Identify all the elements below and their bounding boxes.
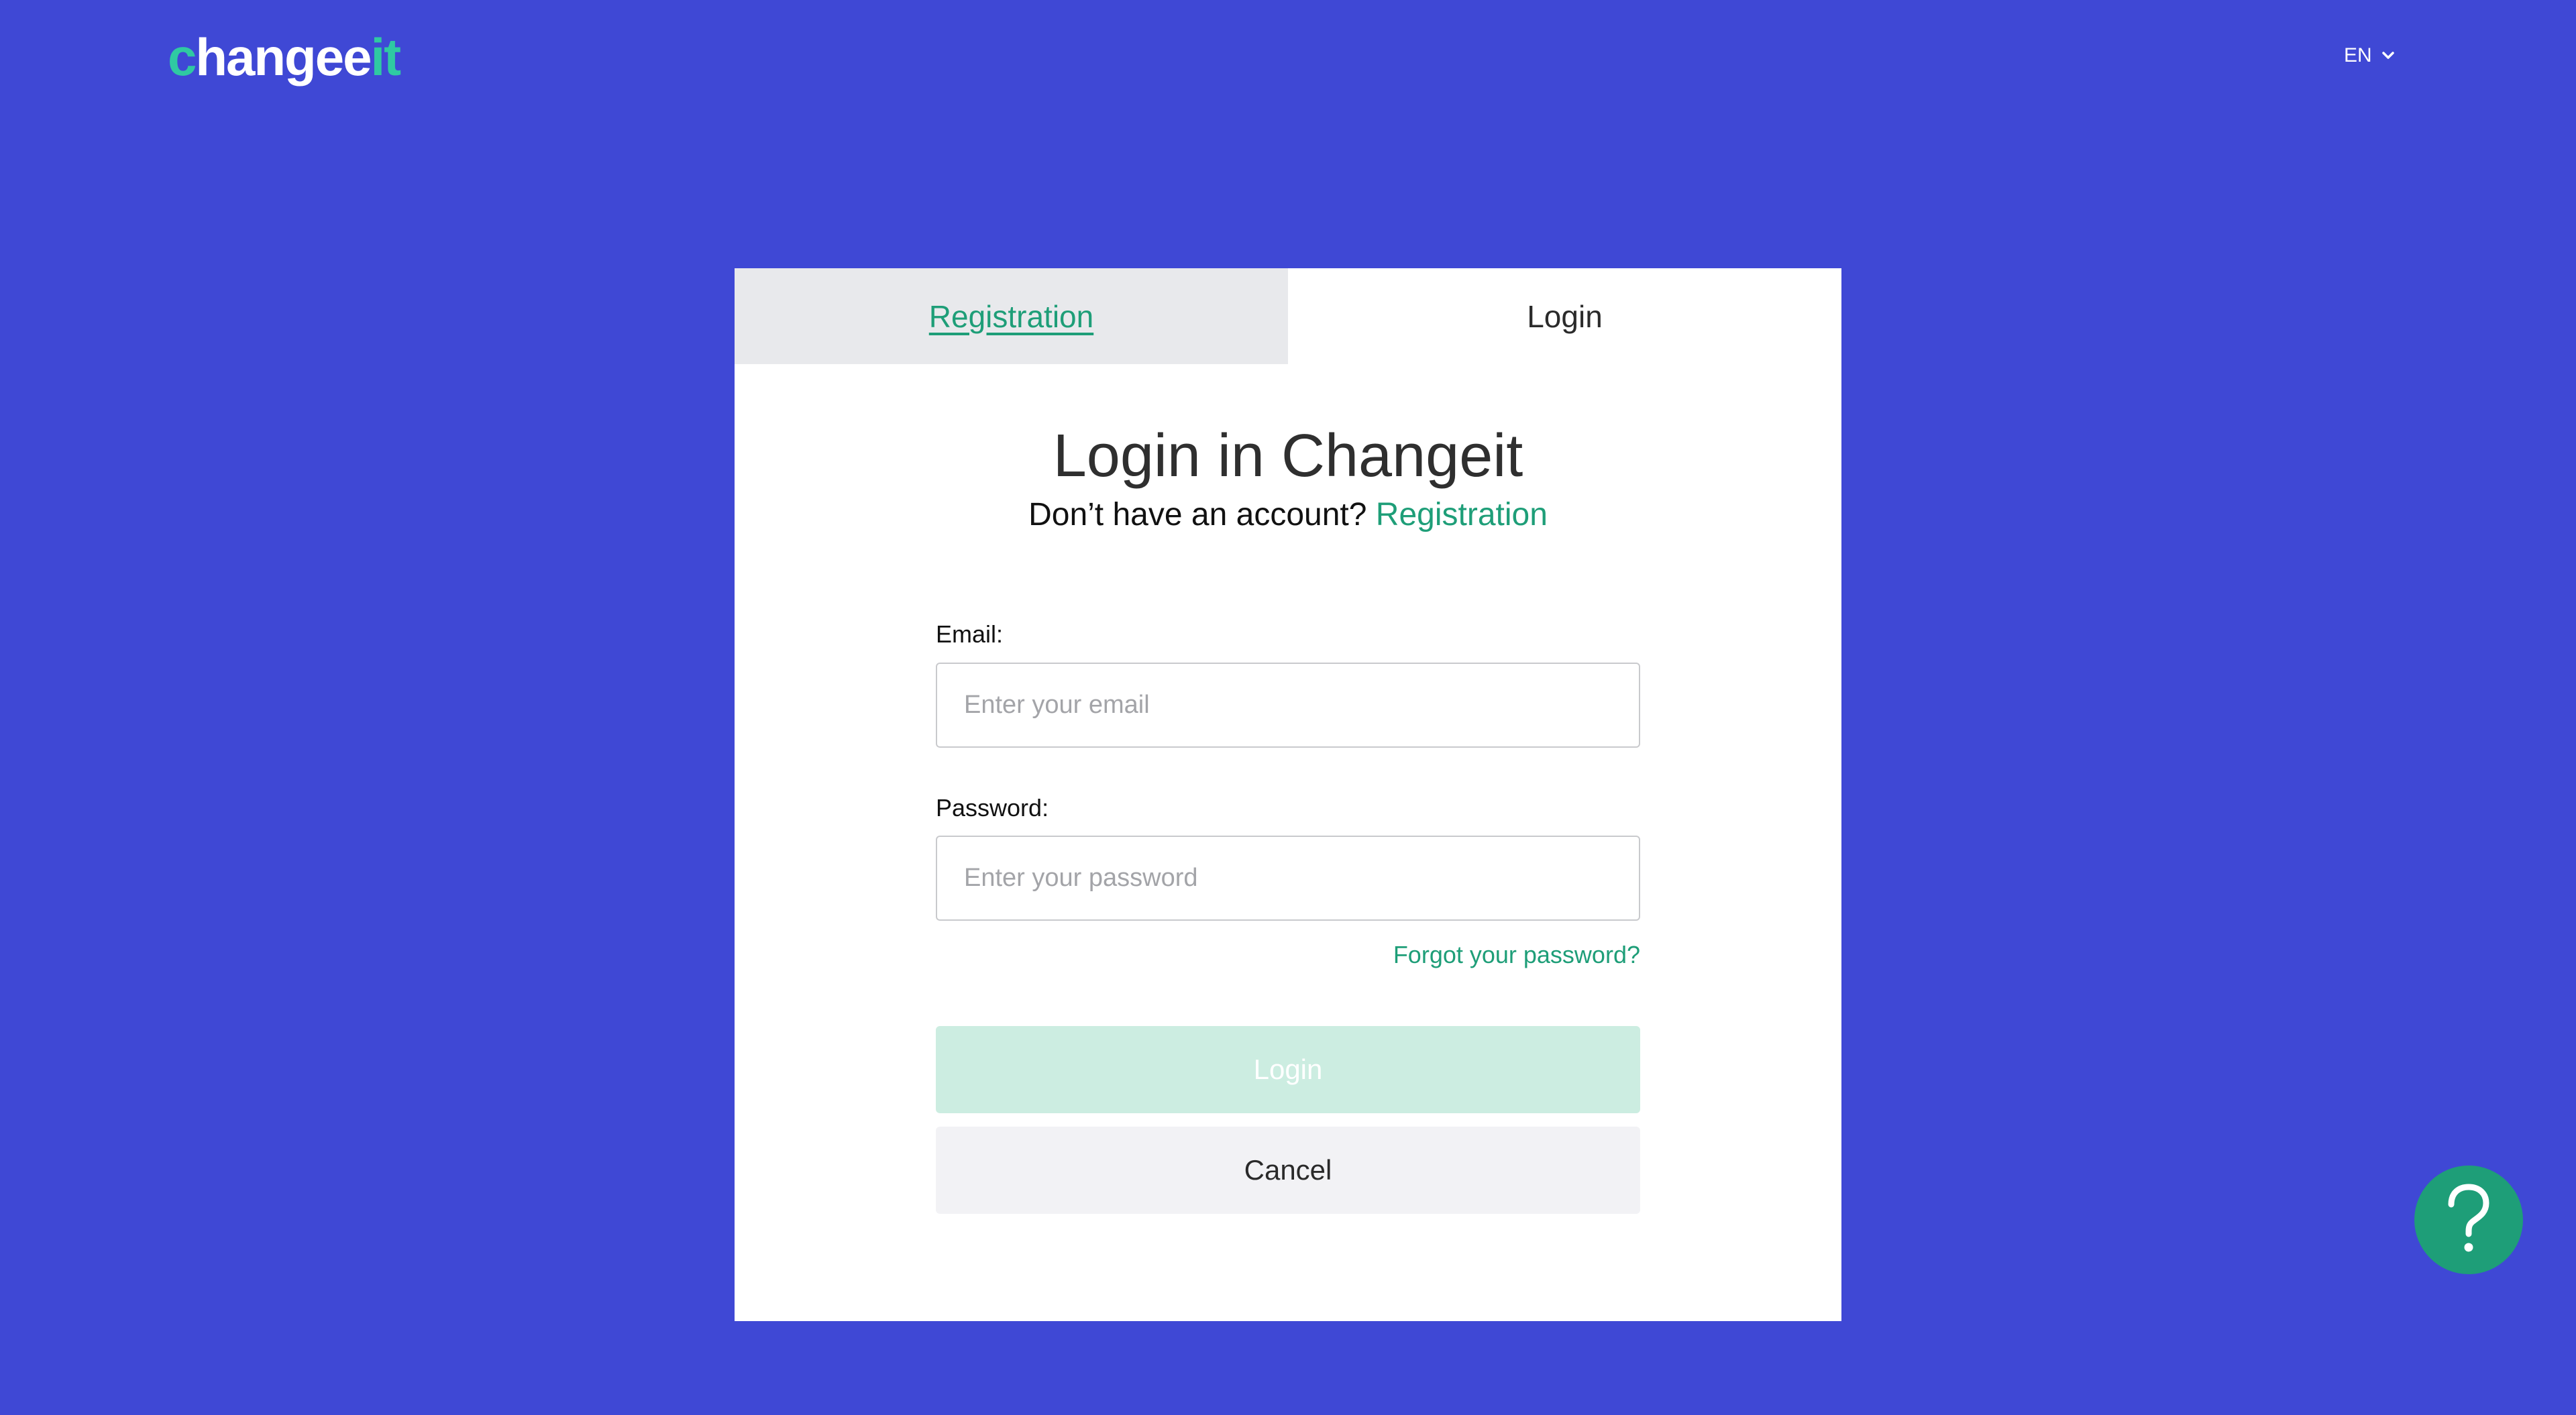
registration-link[interactable]: Registration — [1376, 497, 1548, 532]
language-label: EN — [2344, 44, 2372, 66]
question-mark-icon — [2448, 1184, 2489, 1252]
password-label: Password: — [936, 794, 1049, 822]
logo-part-e: e — [343, 27, 372, 87]
tab-registration[interactable]: Registration — [735, 268, 1288, 364]
register-prompt-text: Don’t have an account? — [1028, 497, 1367, 532]
changeit-logo[interactable]: changeeit — [168, 27, 401, 87]
register-prompt: Don’t have an account? Registration — [735, 495, 1841, 535]
auth-card: Registration Login Login in Changeit Don… — [735, 268, 1841, 1321]
auth-tabs: Registration Login — [735, 268, 1841, 364]
cancel-button[interactable]: Cancel — [936, 1127, 1640, 1214]
email-label: Email: — [936, 620, 1004, 648]
page-title: Login in Changeit — [1053, 422, 1523, 490]
logo-part-c: c — [168, 27, 197, 87]
logo-part-it: it — [370, 27, 401, 87]
tab-login[interactable]: Login — [1288, 268, 1841, 364]
email-field[interactable] — [936, 663, 1640, 748]
login-button[interactable]: Login — [936, 1026, 1640, 1113]
language-selector[interactable]: EN — [2344, 44, 2395, 67]
forgot-password-link[interactable]: Forgot your password? — [936, 941, 1640, 969]
help-button[interactable] — [2414, 1166, 2523, 1274]
logo-part-hange: hange — [195, 27, 344, 87]
password-field[interactable] — [936, 836, 1640, 921]
chevron-down-icon — [2381, 52, 2394, 59]
